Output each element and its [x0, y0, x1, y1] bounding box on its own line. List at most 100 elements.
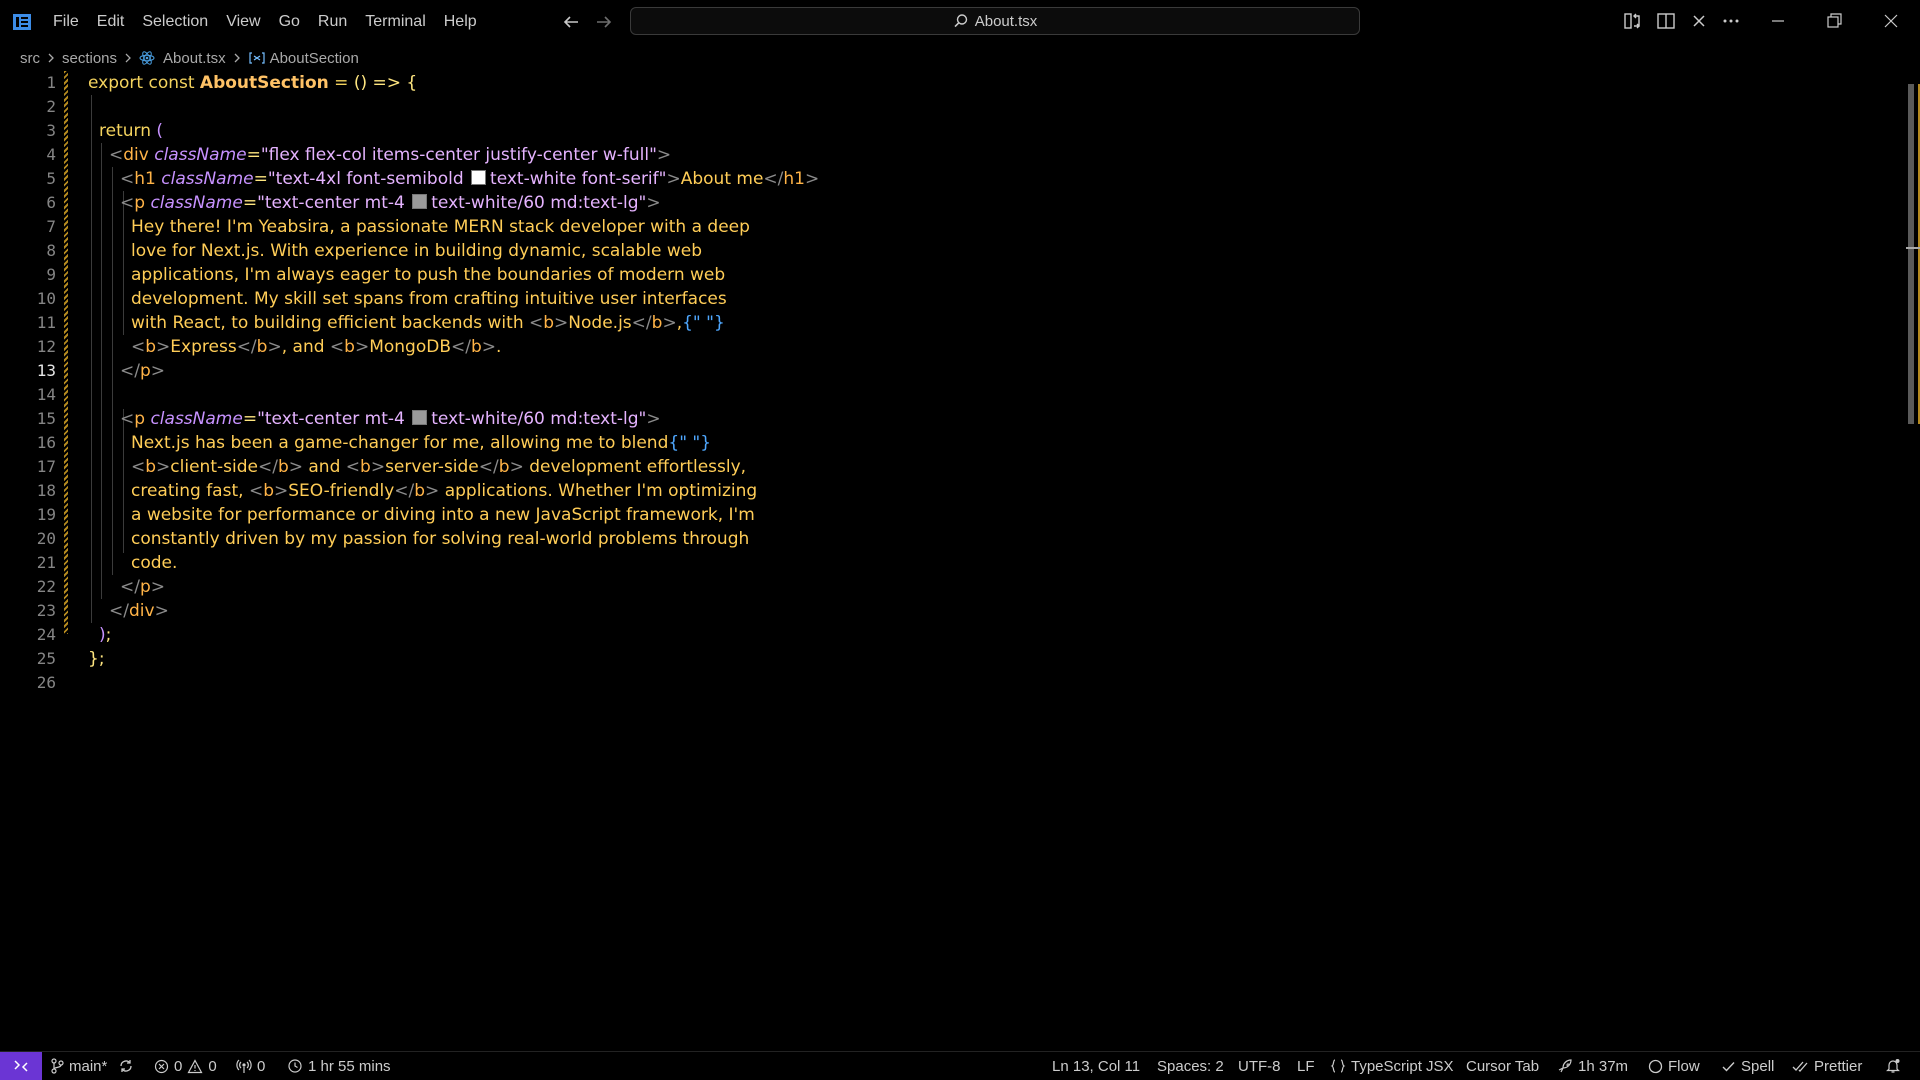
code-line-4[interactable]: <div className="flex flex-col items-cent… — [109, 143, 671, 167]
code-line-1[interactable]: export const AboutSection = () => { — [88, 71, 417, 95]
color-swatch-gray[interactable] — [412, 410, 428, 425]
flow-status[interactable]: Flow — [1648, 1052, 1700, 1080]
token: < — [120, 409, 135, 429]
session-time[interactable]: 1h 37m — [1557, 1052, 1628, 1080]
time-tracker[interactable]: 1 hr 55 mins — [287, 1052, 391, 1080]
code-line-8[interactable]: love for Next.js. With experience in bui… — [131, 239, 702, 263]
token: > — [267, 337, 282, 357]
minimize-icon[interactable] — [1768, 11, 1788, 31]
source-control-compare-icon[interactable] — [1623, 11, 1643, 31]
token: </ — [120, 361, 140, 381]
code-line-21[interactable]: code. — [131, 551, 177, 575]
branch-status[interactable]: main* — [50, 1052, 107, 1080]
code-editor[interactable]: 1 2 3 4 5 6 7 8 9 10 11 12 13 14 15 16 1… — [0, 71, 1920, 1051]
remote-indicator[interactable] — [0, 1052, 42, 1080]
code-line-5[interactable]: <h1 className="text-4xl font-semibold te… — [120, 167, 819, 191]
token: and — [302, 457, 346, 477]
indentation-status[interactable]: Spaces: 2 — [1157, 1052, 1224, 1080]
code-line-22[interactable]: </p> — [120, 575, 165, 599]
flow-text: Flow — [1668, 1057, 1700, 1075]
code-line-16[interactable]: Next.js has been a game-changer for me, … — [131, 431, 711, 455]
code-line-19[interactable]: a website for performance or diving into… — [131, 503, 755, 527]
token: b — [263, 481, 274, 501]
code-line-9[interactable]: applications, I'm always eager to push t… — [131, 263, 725, 287]
menu-selection[interactable]: Selection — [133, 0, 217, 43]
token: > — [646, 409, 661, 429]
code-line-12[interactable]: <b>Express</b>, and <b>MongoDB</b>. — [131, 335, 501, 359]
code-line-18[interactable]: creating fast, <b>SEO-friendly</b> appli… — [131, 479, 757, 503]
spell-status[interactable]: Spell — [1721, 1052, 1774, 1080]
breadcrumb-src[interactable]: src — [20, 50, 40, 67]
menu-view[interactable]: View — [217, 0, 269, 43]
line-number: 17 — [36, 457, 56, 476]
close-window-icon[interactable] — [1881, 11, 1901, 31]
token: </ — [763, 169, 784, 189]
menu-go[interactable]: Go — [270, 0, 309, 43]
code-line-3[interactable]: return ( — [99, 119, 163, 143]
menu-terminal[interactable]: Terminal — [356, 0, 434, 43]
problems-status[interactable]: 0 0 — [154, 1052, 217, 1080]
token: < — [120, 169, 135, 189]
token: p — [134, 409, 146, 429]
code-line-10[interactable]: development. My skill set spans from cra… — [131, 287, 727, 311]
indent-guide — [101, 143, 102, 599]
token: "flex flex-col items-center justify-cent… — [260, 145, 657, 165]
menu-edit[interactable]: Edit — [88, 0, 134, 43]
line-number: 26 — [36, 673, 56, 692]
prettier-text: Prettier — [1814, 1057, 1863, 1075]
line-number: 24 — [36, 625, 56, 644]
command-center[interactable]: About.tsx — [630, 7, 1360, 35]
line-number: 15 — [36, 409, 56, 428]
line-number: 3 — [46, 121, 56, 140]
language-mode[interactable]: TypeScript JSX — [1330, 1052, 1454, 1080]
color-swatch-gray[interactable] — [412, 194, 428, 209]
overview-ruler-cursor — [1906, 247, 1920, 249]
split-editor-icon[interactable] — [1656, 11, 1676, 31]
sync-button[interactable] — [118, 1052, 134, 1080]
eol-status[interactable]: LF — [1297, 1052, 1315, 1080]
scrollbar-thumb[interactable] — [1908, 84, 1914, 424]
line-number: 25 — [36, 649, 56, 668]
sync-icon — [118, 1058, 134, 1074]
code-line-25[interactable]: }; — [88, 647, 105, 671]
line-number: 20 — [36, 529, 56, 548]
menu-run[interactable]: Run — [309, 0, 356, 43]
close-editor-icon[interactable] — [1689, 11, 1709, 31]
forward-arrow-icon[interactable] — [593, 11, 615, 33]
code-line-17[interactable]: <b>client-side</b> and <b>server-side</b… — [131, 455, 746, 479]
code-line-20[interactable]: constantly driven by my passion for solv… — [131, 527, 749, 551]
token: b — [414, 481, 426, 501]
cursor-tab-status[interactable]: Cursor Tab — [1466, 1052, 1539, 1080]
menu-help[interactable]: Help — [435, 0, 486, 43]
breadcrumb-symbol[interactable]: AboutSection — [270, 50, 359, 67]
prettier-status[interactable]: Prettier — [1792, 1052, 1862, 1080]
ports-status[interactable]: 0 — [236, 1052, 265, 1080]
title-bar: File Edit Selection View Go Run Terminal… — [0, 0, 1920, 43]
notifications-button[interactable] — [1885, 1052, 1901, 1080]
color-swatch-white[interactable] — [471, 170, 487, 185]
code-line-6[interactable]: <p className="text-center mt-4 text-whit… — [120, 191, 661, 215]
token: b — [344, 337, 355, 357]
breadcrumb-file[interactable]: About.tsx — [163, 50, 226, 67]
restore-icon[interactable] — [1824, 11, 1844, 31]
encoding-status[interactable]: UTF-8 — [1238, 1052, 1281, 1080]
code-line-15[interactable]: <p className="text-center mt-4 text-whit… — [120, 407, 661, 431]
back-arrow-icon[interactable] — [560, 11, 582, 33]
token: > — [273, 481, 289, 501]
token: </ — [257, 457, 278, 477]
code-line-24[interactable]: ); — [99, 623, 111, 647]
cursor-position[interactable]: Ln 13, Col 11 — [1052, 1052, 1140, 1080]
menu-file[interactable]: File — [44, 0, 88, 43]
symbol-variable-icon — [248, 51, 266, 65]
more-actions-icon[interactable] — [1721, 11, 1741, 31]
search-icon — [953, 13, 969, 29]
breadcrumb-sections[interactable]: sections — [62, 50, 117, 67]
token: b — [256, 337, 268, 357]
code-line-23[interactable]: </div> — [109, 599, 169, 623]
code-line-7[interactable]: Hey there! I'm Yeabsira, a passionate ME… — [131, 215, 750, 239]
line-number: 6 — [46, 193, 56, 212]
code-line-11[interactable]: with React, to building efficient backen… — [131, 311, 725, 335]
code-line-13[interactable]: </p> — [120, 359, 165, 383]
token: > — [354, 337, 370, 357]
token: h1 — [783, 169, 805, 189]
